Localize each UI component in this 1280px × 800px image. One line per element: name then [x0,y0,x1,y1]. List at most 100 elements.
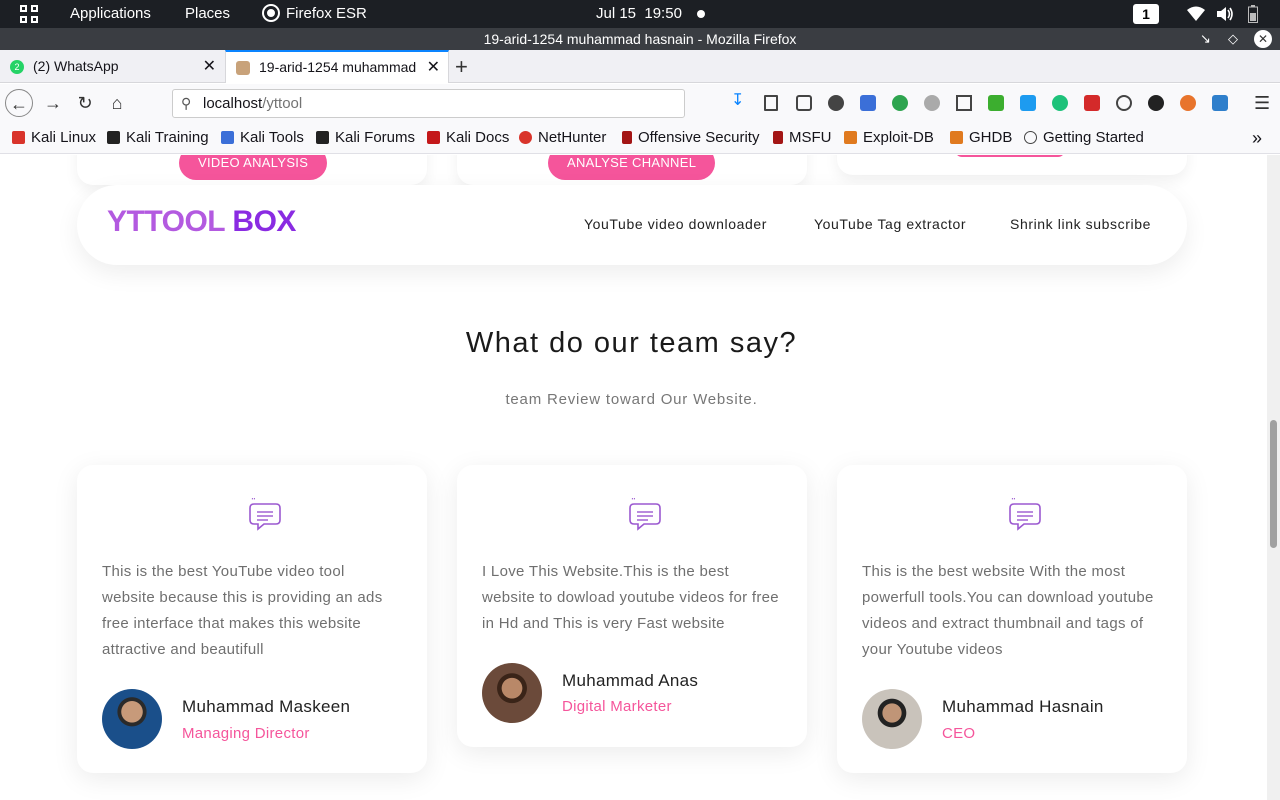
globe-extension-icon[interactable] [924,95,940,111]
grammarly-icon[interactable] [1052,95,1068,111]
tracking-icon[interactable] [1148,95,1164,111]
tab-yttool[interactable]: 19-arid-1254 muhammad hasnain ✕ [225,50,449,83]
kali-dragon-icon [107,131,120,144]
quote-bubble-icon: “ [1009,498,1041,531]
testimonial-role: Managing Director [182,725,310,742]
testimonial-name: Muhammad Maskeen [182,697,351,716]
testimonial-text: This is the best YouTube video tool webs… [102,563,383,658]
bookmark-offensive-security[interactable]: Offensive Security [622,122,759,154]
url-text: localhost/yttool [203,95,303,112]
back-arrow-icon[interactable]: ← [5,89,33,117]
minimize-icon[interactable]: ↘ [1200,28,1211,50]
kali-icon [221,131,234,144]
close-tab-icon[interactable]: ✕ [203,50,216,83]
offsec-icon [622,131,632,144]
extension-b-icon[interactable] [892,95,908,111]
service-button[interactable] [955,155,1065,157]
places-menu[interactable]: Places [185,0,230,28]
wifi-icon[interactable] [1187,6,1205,22]
close-window-icon[interactable]: ✕ [1254,30,1272,48]
reload-icon[interactable]: ↻ [71,89,99,117]
extension-icon[interactable] [828,95,844,111]
downloads-icon[interactable]: ↧ [731,93,747,109]
site-favicon-icon [236,61,250,75]
library-icon[interactable] [764,95,778,111]
download-helper-icon[interactable] [988,95,1004,111]
window-title-bar: 19-arid-1254 muhammad hasnain - Mozilla … [0,28,1280,50]
sidebar-icon[interactable] [796,95,812,111]
forward-arrow-icon[interactable]: → [39,89,67,117]
firefox-app-menu[interactable]: Firefox ESR [264,0,367,28]
quote-bubble-icon: “ [629,498,661,531]
offsec-icon [773,131,783,144]
testimonial-card: “ This is the best YouTube video tool we… [77,465,427,773]
bookmark-kali-tools[interactable]: Kali Tools [221,122,304,154]
svg-text:“: “ [1011,498,1016,507]
video-analysis-button[interactable]: VIDEO ANALYSIS [179,155,328,180]
analyse-channel-button[interactable]: ANALYSE CHANNEL [548,155,716,180]
whatsapp-icon: 2 [10,60,24,74]
navigation-toolbar: ← → ↻ ⌂ ⚲ localhost/yttool ↧ ☰ [0,84,1280,122]
crop-icon[interactable] [956,95,972,111]
applications-menu[interactable]: Applications [70,0,151,28]
bookmark-ghdb[interactable]: GHDB [950,122,1012,154]
hamburger-menu-icon[interactable]: ☰ [1254,94,1270,112]
testimonials-subtitle: team Review toward Our Website. [505,391,758,408]
bookmark-getting-started[interactable]: Getting Started [1024,122,1144,154]
testimonial-name: Muhammad Hasnain [942,697,1104,716]
bookmark-exploit-db[interactable]: Exploit-DB [844,122,934,154]
clock-time: 19:50 [644,5,682,22]
maximize-icon[interactable]: ◇ [1228,28,1238,50]
window-title: 19-arid-1254 muhammad hasnain - Mozilla … [483,31,797,47]
nav-youtube-video-downloader[interactable]: YouTube video downloader [584,216,767,232]
quote-bubble-icon: “ [249,498,281,531]
kali-dragon-icon [316,131,329,144]
exploitdb-icon [844,131,857,144]
blocker-icon[interactable] [1180,95,1196,111]
notification-dot-icon [697,10,705,18]
bookmarks-toolbar: Kali Linux Kali Training Kali Tools Kali… [0,122,1280,154]
home-icon[interactable]: ⌂ [103,89,131,117]
kali-icon [12,131,25,144]
testimonial-name: Muhammad Anas [562,671,699,690]
clock[interactable]: Jul 15 19:50 [596,0,682,28]
bookmark-kali-training[interactable]: Kali Training [107,122,209,154]
close-tab-icon[interactable]: ✕ [427,52,440,83]
extension-notify-icon[interactable] [1020,95,1036,111]
svg-text:“: “ [631,498,636,507]
site-header: YTTOOL BOX YouTube video downloader YouT… [77,185,1187,265]
site-logo[interactable]: YTTOOL BOX [107,205,296,239]
new-tab-icon[interactable]: + [455,50,468,83]
nav-shrink-link-subscribe[interactable]: Shrink link subscribe [1010,216,1151,232]
bookmark-nethunter[interactable]: NetHunter [519,122,606,154]
pdf-icon[interactable] [1084,95,1100,111]
battery-icon[interactable] [1248,5,1258,23]
screenshot-icon[interactable] [1212,95,1228,111]
cookie-icon[interactable] [1116,95,1132,111]
workspace-indicator[interactable]: 1 [1133,4,1159,24]
kali-icon [519,131,532,144]
testimonial-role: Digital Marketer [562,698,672,715]
bookmark-msfu[interactable]: MSFU [773,122,832,154]
bookmark-kali-forums[interactable]: Kali Forums [316,122,415,154]
page-content: VIDEO ANALYSIS ANALYSE CHANNEL YTTOOL BO… [0,155,1267,800]
app-grid-icon[interactable] [20,5,38,23]
testimonial-card: “ I Love This Website.This is the best w… [457,465,807,747]
bookmarks-overflow-icon[interactable]: » [1252,122,1262,154]
nav-youtube-tag-extractor[interactable]: YouTube Tag extractor [814,216,966,232]
tab-whatsapp[interactable]: 2 (2) WhatsApp ✕ [0,50,224,83]
page-scrollbar[interactable] [1267,155,1280,800]
scrollbar-thumb[interactable] [1270,420,1277,548]
testimonial-text: I Love This Website.This is the best web… [482,563,779,632]
search-icon: ⚲ [181,95,192,111]
url-bar[interactable]: ⚲ localhost/yttool [172,89,685,118]
testimonial-card: “ This is the best website With the most… [837,465,1187,773]
tab-strip: 2 (2) WhatsApp ✕ 19-arid-1254 muhammad h… [0,50,1280,83]
volume-icon[interactable] [1216,6,1234,22]
translate-icon[interactable] [860,95,876,111]
testimonial-role: CEO [942,725,976,742]
bookmark-kali-linux[interactable]: Kali Linux [12,122,96,154]
bookmark-kali-docs[interactable]: Kali Docs [427,122,509,154]
service-card [837,155,1187,175]
firefox-icon [264,6,278,20]
